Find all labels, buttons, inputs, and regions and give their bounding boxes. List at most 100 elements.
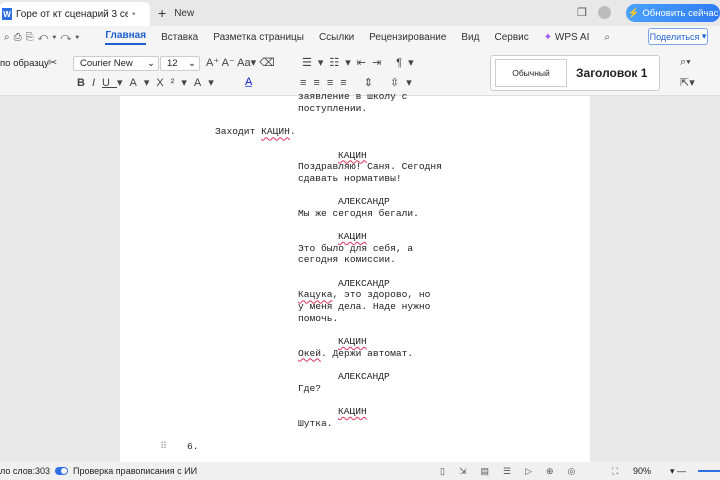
style-heading1[interactable]: Заголовок 1 [576,66,647,80]
character-name: КАЦИН [338,336,367,347]
font-size-value: 12 [167,58,178,69]
new-tab-button[interactable]: + New [158,5,194,21]
document-tab-title: Горе от кт сценарий 3 серия [16,8,128,20]
line-text: у меня дела. Наде нужно [298,301,431,313]
line-text: АЛЕКСАНДР [338,277,390,289]
dialogue-line: Кацука, это здорово, но [298,289,430,300]
character-name: АЛЕКСАНДР [338,278,390,289]
fit-icon[interactable]: ⛶ [612,466,618,477]
style-normal[interactable]: Обычный [495,59,567,87]
menu-wps-ai[interactable]: ✦ WPS AI [544,32,590,43]
line-text: Шутка. [298,417,333,429]
misspelled-word[interactable]: КАЦИН [261,126,290,137]
sparkle-icon: ✦ [543,31,553,43]
menu-review[interactable]: Рецензирование [369,32,446,43]
action-line: Заходит КАЦИН. [215,126,296,137]
menu-layout[interactable]: Разметка страницы [213,32,304,43]
character-name: КАЦИН [338,150,367,161]
character-name: КАЦИН [338,231,367,242]
line-text: Это было для себя, а [298,242,414,254]
line-text: сдавать нормативы! [298,172,402,184]
find-icon[interactable]: ⌕▾ [680,56,691,69]
dialogue-line: Поздравляю! Саня. Сегодня [298,161,442,172]
menu-tools[interactable]: Сервис [494,32,528,43]
dialogue-line: сегодня комиссии. [298,254,396,265]
line-text-end: . Держи автомат. [321,347,414,359]
word-count[interactable]: ло слов:303 [0,466,50,476]
font-size-select[interactable]: 12 ⌄ [160,56,200,71]
line-text: Где? [298,382,322,394]
wps-writer-icon: W [2,8,12,20]
menu-references[interactable]: Ссылки [319,32,354,43]
dialogue-line: заявление в школу с [298,91,407,102]
new-tab-label: New [174,7,195,19]
format-painter-button[interactable]: по образцу [0,58,49,69]
view-mode-icons[interactable]: ▯⇲▤☰▷⊕◎ [440,466,589,477]
font-select[interactable]: Courier New ⌄ [73,56,159,71]
dialogue-line: у меня дела. Наде нужно [298,301,430,312]
scene-number: 6. [187,441,199,452]
character-name: КАЦИН [338,406,367,417]
spellcheck-toggle[interactable] [55,467,68,475]
line-text: Поздравляю! Саня. Сегодня [298,161,442,173]
character-name: АЛЕКСАНДР [338,371,390,382]
ribbon-toolbar: по образцу ✂ Courier New ⌄ 12 ⌄ A⁺ A⁻ Aa▾ … [0,48,720,96]
list-icons[interactable]: ☰▾☷▾⇤⇥ ¶▾ [302,56,420,69]
align-icons[interactable]: ≡≡≡≡ ⇕ ⇳▾ [300,76,419,89]
dialogue-line: Где? [298,383,321,394]
misspelled-word[interactable]: КАЦИН [338,231,367,242]
document-page[interactable]: заявление в школу с поступлении. Заходит К… [120,91,590,462]
font-grow-shrink-icons[interactable]: A⁺ A⁻ Aa▾ ⌫ [206,56,275,69]
upgrade-label: Обновить сейчас [642,7,719,19]
font-value: Courier New [80,58,133,69]
line-text: АЛЕКСАНДР [338,196,390,208]
menu-bar: ⌕⎙⎘↶▾↷▾ Главная Вставка Разметка страниц… [0,26,720,48]
styles-gallery[interactable]: Обычный Заголовок 1 [490,55,660,91]
status-bar: ло слов:303 Проверка правописания с ИИ ▯… [0,462,720,480]
search-icon[interactable]: ⌕ [604,32,610,43]
select-icon[interactable]: ⇱▾ [680,76,695,89]
line-text: Заходит [215,126,262,138]
menu-home[interactable]: Главная [105,30,147,45]
menu-insert[interactable]: Вставка [161,32,198,43]
misspelled-word[interactable]: КАЦИН [338,336,367,347]
line-text: поступлении. [298,103,368,114]
wps-ai-label: WPS AI [554,31,590,43]
window-icon[interactable]: ❐ [577,6,587,19]
cut-icon[interactable]: ✂ [48,56,57,69]
style-normal-label: Обычный [512,68,550,78]
dialogue-line: Мы же сегодня бегали. [298,208,419,219]
zoom-out-button[interactable]: ▾ — [670,466,686,477]
menu-view[interactable]: Вид [461,32,479,43]
misspelled-word[interactable]: Кацука [298,289,333,300]
upgrade-button[interactable]: ⚡ Обновить сейчас [626,4,720,22]
misspelled-word[interactable]: Окей [298,348,321,359]
dialogue-line: Это было для себя, а [298,243,413,254]
line-text: заявление в школу с [298,91,408,103]
plus-icon: + [158,5,167,21]
line-text-end: . [289,126,296,138]
drag-handle-icon[interactable]: ⠿ [160,441,167,452]
spellcheck-label: Проверка правописания с ИИ [73,466,198,476]
dialogue-line: помочь. [298,313,338,324]
line-text-end: , это здорово, но [332,289,431,301]
dialogue-line: Шутка. [298,418,333,429]
close-tab-icon[interactable]: • [132,9,136,20]
line-text: Мы же сегодня бегали. [298,207,419,219]
line-text: помочь. [298,312,339,324]
share-button[interactable]: Поделиться ▾ [648,28,708,45]
text-format-icons[interactable]: BIU▾A▾X²▾A▾ [77,76,221,89]
dialogue-line: Окей. Держи автомат. [298,348,413,359]
line-text: сегодня комиссии. [298,254,396,266]
share-label: Поделиться [649,31,700,42]
avatar[interactable] [598,6,611,19]
misspelled-word[interactable]: КАЦИН [338,406,367,417]
line-text: АЛЕКСАНДР [338,370,390,382]
quick-access-icons[interactable]: ⌕⎙⎘↶▾↷▾ [4,32,83,43]
lightning-icon: ⚡ [627,7,640,19]
misspelled-word[interactable]: КАЦИН [338,150,367,161]
zoom-level[interactable]: 90% [633,466,651,476]
document-tab[interactable]: W Горе от кт сценарий 3 серия • [0,2,150,26]
zoom-slider[interactable] [698,470,720,472]
font-color-icon[interactable]: A̲ [245,76,252,88]
